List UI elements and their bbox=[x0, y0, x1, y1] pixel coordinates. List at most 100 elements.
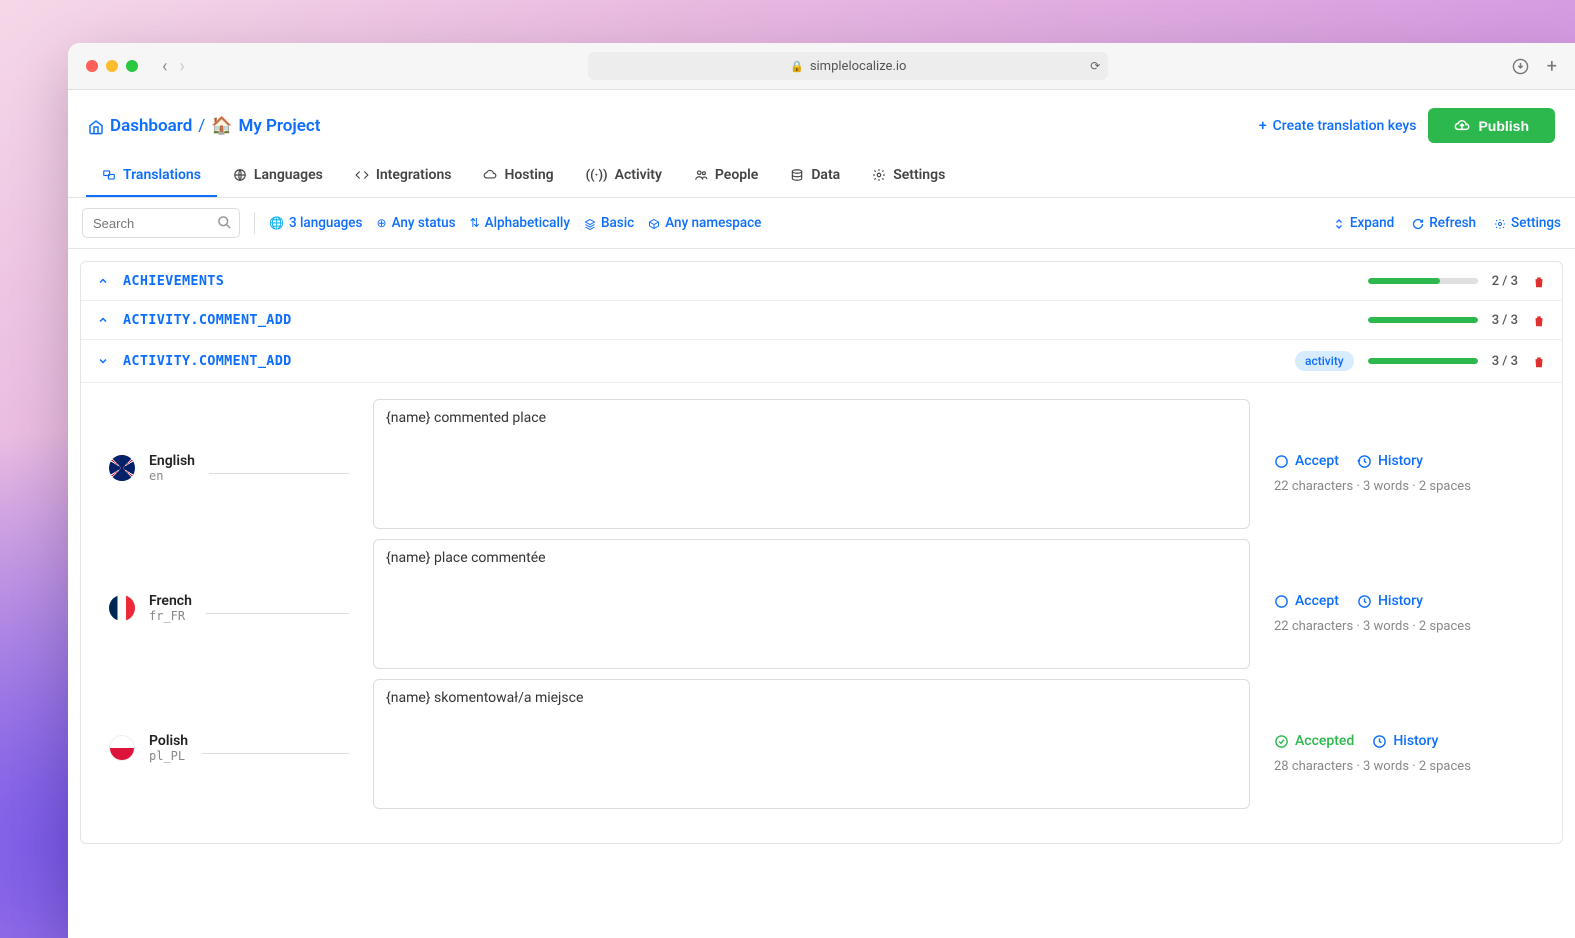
chevron-up-icon[interactable] bbox=[97, 274, 111, 289]
globe-icon bbox=[233, 168, 247, 183]
namespace-badge: activity bbox=[1295, 351, 1354, 371]
box-icon bbox=[648, 216, 660, 230]
tab-translations[interactable]: Translations bbox=[86, 157, 217, 197]
flag-pl-icon bbox=[109, 735, 135, 761]
url-bar[interactable]: 🔒 simplelocalize.io ⟳ bbox=[588, 52, 1108, 80]
key-row[interactable]: ACHIEVEMENTS 2 / 3 bbox=[81, 262, 1562, 301]
tab-languages[interactable]: Languages bbox=[217, 157, 339, 197]
tab-integrations[interactable]: Integrations bbox=[339, 157, 468, 197]
expand-all-button[interactable]: Expand bbox=[1333, 215, 1394, 231]
history-button[interactable]: History bbox=[1357, 593, 1423, 609]
people-icon bbox=[694, 168, 708, 183]
breadcrumb-dashboard[interactable]: Dashboard bbox=[110, 116, 192, 136]
browser-toolbar: ‹ › 🔒 simplelocalize.io ⟳ + bbox=[68, 43, 1575, 90]
language-code: pl_PL bbox=[149, 749, 188, 763]
filter-languages[interactable]: 🌐 3 languages bbox=[269, 215, 363, 231]
delete-icon[interactable] bbox=[1532, 273, 1546, 289]
language-name: French bbox=[149, 593, 192, 609]
refresh-button[interactable]: Refresh bbox=[1412, 215, 1476, 231]
key-name: ACTIVITY.COMMENT_ADD bbox=[123, 353, 292, 369]
history-button[interactable]: History bbox=[1357, 453, 1423, 469]
flag-uk-icon bbox=[109, 455, 135, 481]
database-icon bbox=[790, 168, 804, 183]
breadcrumb-project[interactable]: My Project bbox=[238, 116, 320, 136]
tab-data[interactable]: Data bbox=[774, 157, 856, 197]
signal-icon: ((·)) bbox=[586, 168, 608, 183]
globe-icon: 🌐 bbox=[269, 216, 284, 230]
url-text: simplelocalize.io bbox=[810, 59, 907, 74]
translation-stats: 22 characters · 3 words · 2 spaces bbox=[1274, 619, 1534, 634]
accepted-button[interactable]: Accepted bbox=[1274, 733, 1354, 749]
search-icon bbox=[217, 214, 232, 230]
chevron-up-icon[interactable] bbox=[97, 313, 111, 328]
chevron-down-icon[interactable] bbox=[97, 354, 111, 369]
flag-fr-icon bbox=[109, 595, 135, 621]
reload-icon[interactable]: ⟳ bbox=[1090, 59, 1100, 73]
cloud-upload-icon bbox=[1454, 117, 1470, 134]
publish-button[interactable]: Publish bbox=[1428, 108, 1555, 143]
translation-stats: 28 characters · 3 words · 2 spaces bbox=[1274, 759, 1534, 774]
window-maximize-button[interactable] bbox=[126, 60, 138, 72]
breadcrumb-project-emoji: 🏠 bbox=[211, 116, 232, 136]
back-button[interactable]: ‹ bbox=[162, 56, 167, 77]
progress-text: 3 / 3 bbox=[1492, 354, 1518, 369]
tab-hosting[interactable]: Hosting bbox=[467, 157, 569, 197]
downloads-icon[interactable] bbox=[1512, 56, 1529, 77]
window-close-button[interactable] bbox=[86, 60, 98, 72]
cloud-icon bbox=[483, 168, 497, 183]
breadcrumb: Dashboard / 🏠 My Project bbox=[88, 116, 321, 136]
filter-view[interactable]: Basic bbox=[584, 215, 634, 231]
key-row[interactable]: ACTIVITY.COMMENT_ADD activity 3 / 3 bbox=[81, 340, 1562, 383]
progress-text: 3 / 3 bbox=[1492, 313, 1518, 328]
tabs: Translations Languages Integrations Host… bbox=[68, 157, 1575, 198]
key-name: ACTIVITY.COMMENT_ADD bbox=[123, 312, 292, 328]
gear-icon bbox=[872, 168, 886, 183]
delete-icon[interactable] bbox=[1532, 312, 1546, 328]
language-name: English bbox=[149, 453, 195, 469]
tab-settings[interactable]: Settings bbox=[856, 157, 961, 197]
progress-text: 2 / 3 bbox=[1492, 274, 1518, 289]
translation-row: French fr_FR Accept bbox=[109, 539, 1534, 669]
code-icon bbox=[355, 168, 369, 183]
progress-bar bbox=[1368, 317, 1478, 323]
sort-icon: ⇅ bbox=[470, 216, 480, 230]
tab-people[interactable]: People bbox=[678, 157, 774, 197]
window-minimize-button[interactable] bbox=[106, 60, 118, 72]
key-expanded-content: English en Accept bbox=[81, 383, 1562, 843]
expand-icon bbox=[1333, 216, 1345, 230]
filter-bar: 🌐 3 languages ⊕ Any status ⇅ Alphabetica… bbox=[68, 198, 1575, 249]
key-row[interactable]: ACTIVITY.COMMENT_ADD 3 / 3 bbox=[81, 301, 1562, 340]
forward-button[interactable]: › bbox=[179, 56, 184, 77]
refresh-icon bbox=[1412, 216, 1424, 230]
language-name: Polish bbox=[149, 733, 188, 749]
history-button[interactable]: History bbox=[1372, 733, 1438, 749]
lock-icon: 🔒 bbox=[790, 60, 804, 73]
home-icon[interactable] bbox=[88, 117, 104, 135]
translation-input[interactable] bbox=[373, 539, 1250, 669]
layers-icon bbox=[584, 216, 596, 230]
translation-input[interactable] bbox=[373, 679, 1250, 809]
browser-window: ‹ › 🔒 simplelocalize.io ⟳ + Dashboard / … bbox=[68, 43, 1575, 938]
progress-bar bbox=[1368, 278, 1478, 284]
filter-namespace[interactable]: Any namespace bbox=[648, 215, 761, 231]
new-tab-icon[interactable]: + bbox=[1547, 56, 1557, 77]
keys-list: ACHIEVEMENTS 2 / 3 ACTIVITY.COMMENT_ADD … bbox=[80, 261, 1563, 844]
language-code: fr_FR bbox=[149, 609, 192, 623]
accept-button[interactable]: Accept bbox=[1274, 593, 1339, 609]
tab-activity[interactable]: ((·)) Activity bbox=[570, 157, 678, 197]
create-translation-keys-button[interactable]: + Create translation keys bbox=[1259, 118, 1417, 134]
translation-stats: 22 characters · 3 words · 2 spaces bbox=[1274, 479, 1534, 494]
breadcrumb-separator: / bbox=[198, 116, 205, 136]
gear-icon bbox=[1494, 216, 1506, 230]
accept-button[interactable]: Accept bbox=[1274, 453, 1339, 469]
circle-plus-icon: ⊕ bbox=[377, 216, 387, 230]
app: Dashboard / 🏠 My Project + Create transl… bbox=[68, 90, 1575, 938]
translation-row: English en Accept bbox=[109, 399, 1534, 529]
language-code: en bbox=[149, 469, 195, 483]
delete-icon[interactable] bbox=[1532, 353, 1546, 369]
translation-input[interactable] bbox=[373, 399, 1250, 529]
filter-sort[interactable]: ⇅ Alphabetically bbox=[470, 215, 570, 231]
settings-button[interactable]: Settings bbox=[1494, 215, 1561, 231]
plus-icon: + bbox=[1259, 118, 1267, 134]
filter-status[interactable]: ⊕ Any status bbox=[377, 215, 456, 231]
